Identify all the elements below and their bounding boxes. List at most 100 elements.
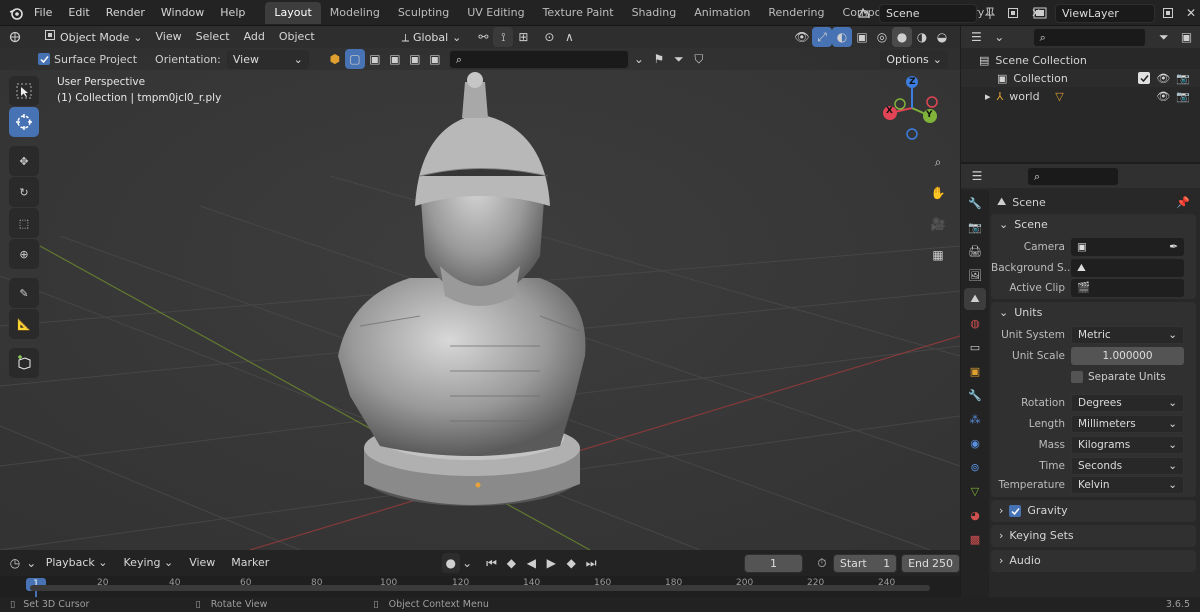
camera-icon[interactable]: 📷 xyxy=(1176,90,1190,103)
rotate-tool-icon[interactable]: ↻ xyxy=(9,177,39,207)
chevron-down-icon[interactable]: ⌄ xyxy=(26,553,37,573)
delete-view-layer-icon[interactable]: ✕ xyxy=(1181,3,1200,23)
tab-layout[interactable]: Layout xyxy=(265,1,321,24)
properties-search-field[interactable]: ⌕ xyxy=(1027,166,1119,186)
modifier-tab-icon[interactable]: 🔧 xyxy=(964,384,986,406)
filter-icon[interactable]: ⏷ xyxy=(669,49,689,69)
shading-wireframe-icon[interactable]: ◎ xyxy=(872,27,892,47)
unit-scale-field[interactable]: 1.000000 xyxy=(1071,347,1184,365)
particles-tab-icon[interactable]: ⁂ xyxy=(964,408,986,430)
world-tab-icon[interactable]: ◍ xyxy=(964,312,986,334)
viewport-menu-view[interactable]: View xyxy=(149,27,189,47)
view-layer-icon[interactable] xyxy=(1028,3,1052,23)
play-reverse-icon[interactable]: ◀ xyxy=(522,553,540,573)
chevron-down-icon[interactable]: ⌄ xyxy=(462,553,473,573)
select-box-icon[interactable]: ▢ xyxy=(344,49,365,69)
timeline-editor-icon[interactable]: ◷ xyxy=(6,553,24,573)
new-view-layer-icon[interactable] xyxy=(1158,3,1178,23)
record-icon[interactable]: ● xyxy=(441,553,460,573)
tab-rendering[interactable]: Rendering xyxy=(759,2,833,24)
select-extend-icon[interactable]: ▣ xyxy=(365,49,385,69)
select-intersect-icon[interactable]: ▣ xyxy=(425,49,445,69)
prev-keyframe-icon[interactable]: ◆ xyxy=(502,553,520,573)
unit-system-dropdown[interactable]: Metric ⌄ xyxy=(1071,326,1184,344)
orientation-dropdown[interactable]: View ⌄ xyxy=(226,49,309,69)
scene-panel-header[interactable]: ⌄ Scene xyxy=(991,214,1196,236)
audio-panel[interactable]: › Audio xyxy=(991,550,1196,572)
material-tab-icon[interactable]: ◕ xyxy=(964,504,986,526)
pin-icon[interactable] xyxy=(980,3,1000,23)
measure-tool-icon[interactable]: 📐 xyxy=(9,309,39,339)
falloff-icon[interactable]: ∧ xyxy=(559,27,579,47)
view-layer-tab-icon[interactable]: 🖼 xyxy=(964,264,986,286)
tab-animation[interactable]: Animation xyxy=(685,2,759,24)
overlay-toggle-icon[interactable]: ◐ xyxy=(832,27,852,47)
select-tool-icon[interactable] xyxy=(9,76,39,106)
units-panel-header[interactable]: ⌄ Units xyxy=(991,302,1196,324)
snap-icon[interactable]: ⟟ xyxy=(493,27,514,47)
pivot-point-icon[interactable]: ⚯ xyxy=(473,27,493,47)
camera-view-icon[interactable]: 🎥 xyxy=(926,212,950,236)
data-tab-icon[interactable]: ▽ xyxy=(964,480,986,502)
play-icon[interactable]: ▶ xyxy=(542,553,560,573)
object-tab-icon[interactable]: ▣ xyxy=(964,360,986,382)
new-scene-icon[interactable] xyxy=(1003,3,1023,23)
frame-start-field[interactable]: Start 1 xyxy=(832,553,898,573)
scene-icon[interactable] xyxy=(852,3,876,23)
timeline-scrollbar[interactable] xyxy=(30,585,930,591)
gravity-panel[interactable]: › Gravity xyxy=(991,500,1196,522)
rotation-dropdown[interactable]: Degrees ⌄ xyxy=(1071,394,1184,412)
time-dropdown[interactable]: Seconds ⌄ xyxy=(1071,457,1184,475)
shading-material-icon[interactable]: ◑ xyxy=(912,27,932,47)
display-mode-icon[interactable]: ⌄ xyxy=(990,27,1009,47)
view-layer-field[interactable]: ViewLayer xyxy=(1055,3,1155,23)
collection-exclude-checkbox[interactable] xyxy=(1138,72,1151,84)
scene-tab-icon[interactable]: ⛰ xyxy=(964,288,986,310)
timeline-menu-keying[interactable]: Keying ⌄ xyxy=(117,553,181,573)
filter-icon[interactable]: ⏷ xyxy=(1154,27,1173,47)
menu-render[interactable]: Render xyxy=(98,0,153,26)
surface-project-checkbox[interactable] xyxy=(38,53,50,65)
select-subtract-icon[interactable]: ▣ xyxy=(385,49,405,69)
xray-toggle-icon[interactable]: ▣ xyxy=(852,27,872,47)
scene-name-field[interactable]: Scene xyxy=(879,3,977,23)
visibility-icon[interactable]: 👁 xyxy=(792,27,812,47)
render-tab-icon[interactable]: 📷 xyxy=(964,216,986,238)
current-frame-field[interactable]: 1 xyxy=(744,553,803,573)
viewport-menu-select[interactable]: Select xyxy=(189,27,237,47)
expand-arrow-icon[interactable]: ▸ xyxy=(985,90,991,103)
new-collection-icon[interactable]: ▣ xyxy=(1177,27,1196,47)
mass-dropdown[interactable]: Kilograms ⌄ xyxy=(1071,436,1184,454)
timeline-menu-view[interactable]: View xyxy=(182,553,222,573)
snap-target-icon[interactable]: ⊞ xyxy=(513,27,533,47)
shading-solid-icon[interactable]: ● xyxy=(892,27,912,47)
eye-icon[interactable]: 👁 xyxy=(1156,72,1170,85)
options-dropdown[interactable]: Options ⌄ xyxy=(880,49,948,69)
jump-start-icon[interactable]: ⏮ xyxy=(483,553,501,573)
timeline-menu-marker[interactable]: Marker xyxy=(224,553,276,573)
3d-viewport[interactable]: Object Mode ⌄ View Select Add Object ⟂ G… xyxy=(0,26,960,550)
constraints-tab-icon[interactable]: ⊚ xyxy=(964,456,986,478)
proportional-edit-icon[interactable]: ⊙ xyxy=(539,27,559,47)
pin-icon[interactable]: 📌 xyxy=(1176,196,1190,209)
tab-sculpting[interactable]: Sculpting xyxy=(389,2,458,24)
tab-texture-paint[interactable]: Texture Paint xyxy=(534,2,623,24)
menu-window[interactable]: Window xyxy=(153,0,212,26)
annotate-tool-icon[interactable]: ✎ xyxy=(9,278,39,308)
properties-editor-icon[interactable]: ☰ xyxy=(967,166,987,186)
stopwatch-icon[interactable]: ⏱ xyxy=(813,553,831,573)
blender-logo-icon[interactable] xyxy=(6,3,26,23)
texture-tab-icon[interactable]: ▩ xyxy=(964,528,986,550)
color-palette-icon[interactable]: ⬢ xyxy=(325,49,345,69)
pan-hand-icon[interactable]: ✋ xyxy=(926,181,950,205)
move-tool-icon[interactable]: ✥ xyxy=(9,146,39,176)
mode-dropdown[interactable]: Object Mode ⌄ xyxy=(38,28,149,47)
cursor-tool-icon[interactable] xyxy=(9,107,39,137)
gizmo-toggle-icon[interactable]: ⤢ xyxy=(812,27,832,47)
camera-field[interactable]: ▣ ✒ xyxy=(1071,238,1184,256)
separate-units-checkbox[interactable] xyxy=(1071,371,1083,383)
menu-edit[interactable]: Edit xyxy=(60,0,97,26)
outliner-editor-icon[interactable]: ☰ xyxy=(967,27,986,47)
eyedropper-icon[interactable]: ✒ xyxy=(1169,238,1178,256)
menu-help[interactable]: Help xyxy=(212,0,253,26)
